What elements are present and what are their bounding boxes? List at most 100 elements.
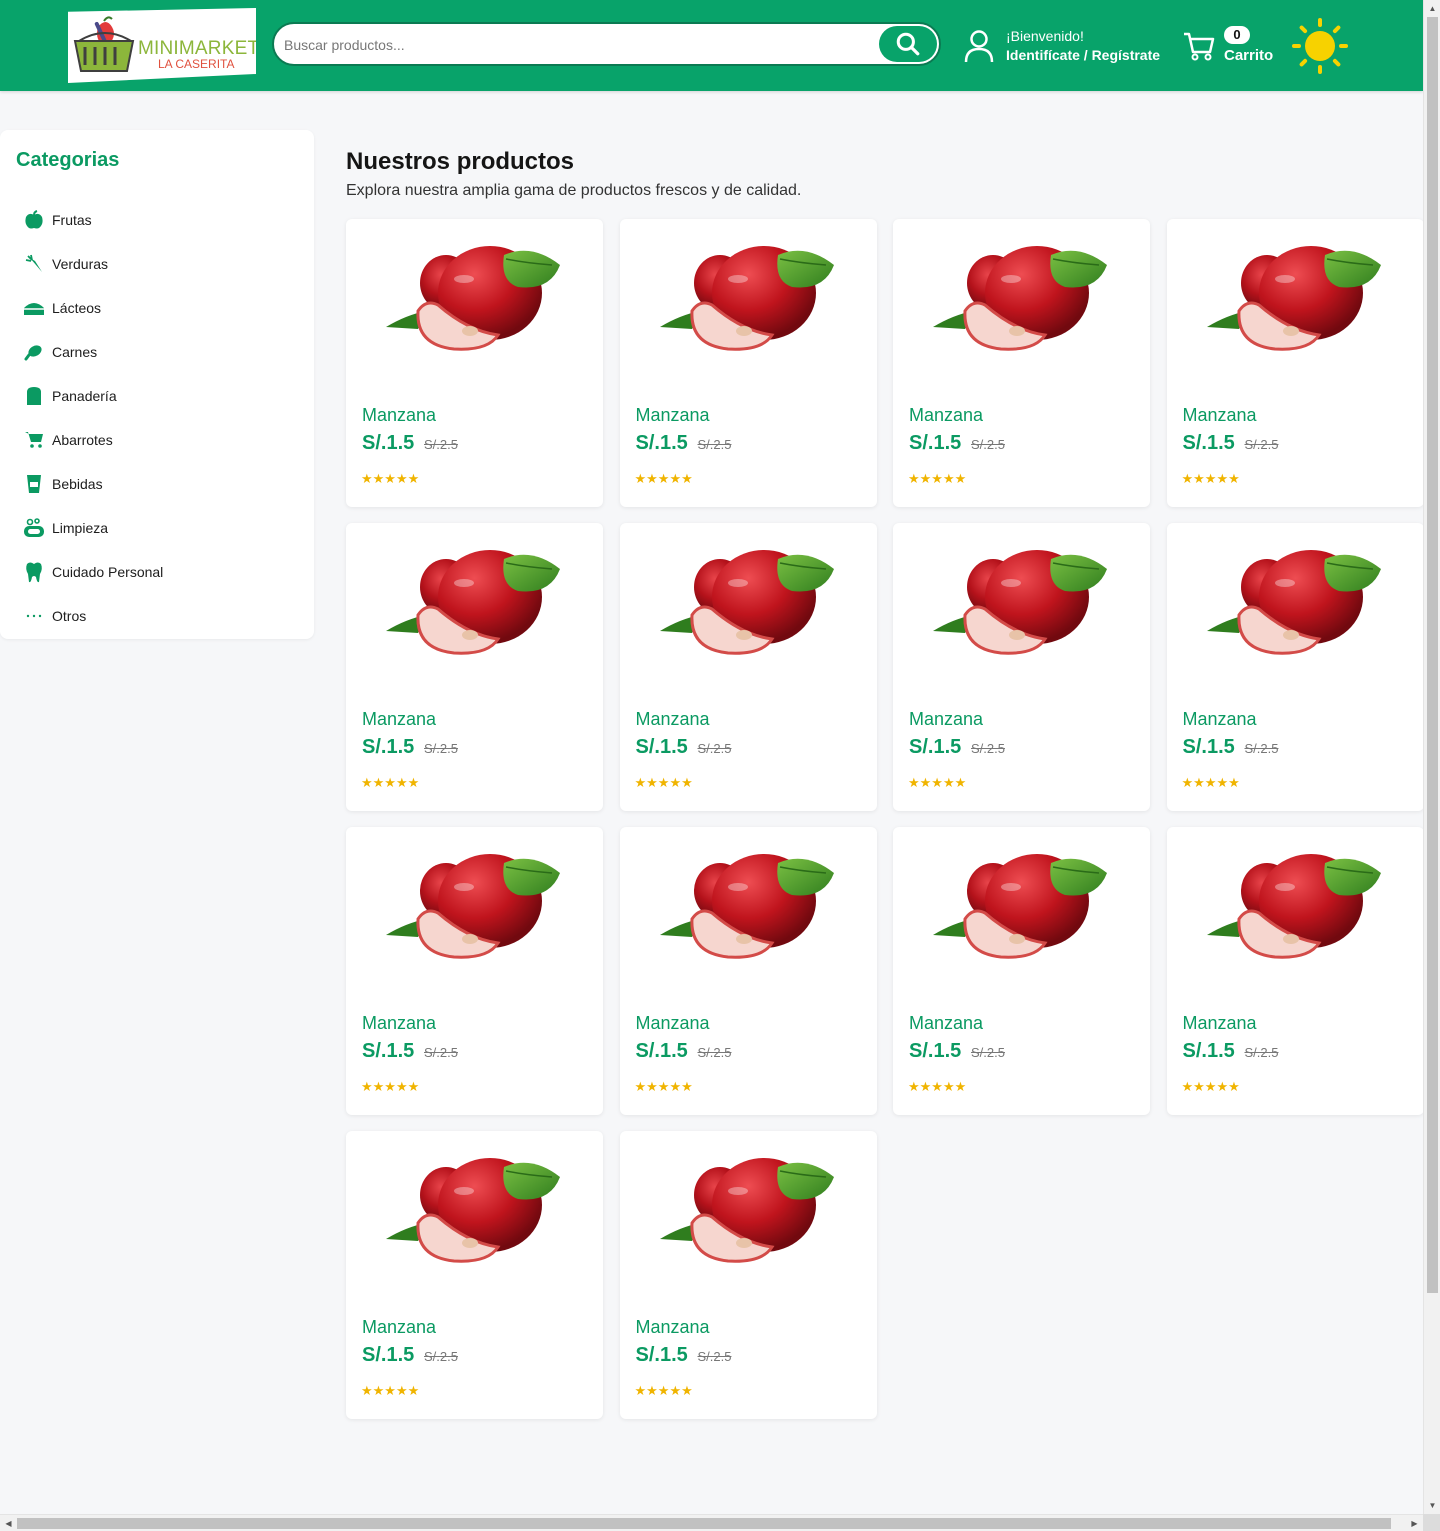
sidebar-item-abarrotes[interactable]: Abarrotes [22,418,163,462]
product-name[interactable]: Manzana [362,709,436,730]
product-card[interactable]: Manzana S/.1.5 S/.2.5 ★★★★★ [346,1131,603,1419]
product-image[interactable] [384,1153,564,1268]
product-card[interactable]: Manzana S/.1.5 S/.2.5 ★★★★★ [1166,523,1424,811]
product-image[interactable] [658,545,838,660]
scroll-down-arrow-icon[interactable]: ▼ [1424,1497,1440,1514]
product-image[interactable] [931,545,1111,660]
product-image[interactable] [658,849,838,964]
carrot-icon [22,252,46,276]
product-rating-stars: ★★★★★ [1181,775,1240,790]
product-old-price: S/.2.5 [971,1045,1005,1060]
product-card[interactable]: Manzana S/.1.5 S/.2.5 ★★★★★ [619,827,877,1115]
product-card[interactable]: Manzana S/.1.5 S/.2.5 ★★★★★ [893,523,1150,811]
product-name[interactable]: Manzana [362,405,436,426]
product-image[interactable] [658,241,838,356]
product-rating-stars: ★★★★★ [634,1079,693,1094]
product-old-price: S/.2.5 [424,1045,458,1060]
product-card[interactable]: Manzana S/.1.5 S/.2.5 ★★★★★ [893,827,1150,1115]
product-name[interactable]: Manzana [362,1013,436,1034]
product-name[interactable]: Manzana [636,1317,710,1338]
product-card[interactable]: Manzana S/.1.5 S/.2.5 ★★★★★ [1166,219,1424,507]
store-logo[interactable]: MINIMARKET LA CASERITA [68,8,256,83]
product-image[interactable] [384,849,564,964]
search-bar [272,22,941,66]
sidebar-item-otros[interactable]: Otros [22,594,163,638]
product-card[interactable]: Manzana S/.1.5 S/.2.5 ★★★★★ [1166,827,1424,1115]
product-card[interactable]: Manzana S/.1.5 S/.2.5 ★★★★★ [619,1131,877,1419]
sidebar-item-panaderia[interactable]: Panadería [22,374,163,418]
product-old-price: S/.2.5 [1244,741,1279,756]
product-old-price: S/.2.5 [971,741,1005,756]
cart-icon [1184,32,1215,61]
product-name[interactable]: Manzana [909,1013,983,1034]
basket-logo-icon [73,16,135,72]
scroll-left-arrow-icon[interactable]: ◀ [0,1515,17,1531]
search-input[interactable] [284,34,864,56]
product-image[interactable] [1205,241,1385,356]
product-name[interactable]: Manzana [909,709,983,730]
product-image[interactable] [384,545,564,660]
product-name[interactable]: Manzana [636,405,710,426]
product-name[interactable]: Manzana [636,709,710,730]
scroll-right-arrow-icon[interactable]: ▶ [1406,1515,1423,1531]
product-rating-stars: ★★★★★ [908,775,967,790]
sidebar-item-verduras[interactable]: Verduras [22,242,163,286]
sidebar-item-lacteos[interactable]: Lácteos [22,286,163,330]
search-button[interactable] [879,26,937,62]
sidebar-item-cuidado-personal[interactable]: Cuidado Personal [22,550,163,594]
vertical-scrollbar[interactable]: ▲ ▼ [1423,0,1440,1514]
product-name[interactable]: Manzana [362,1317,436,1338]
tooth-icon [22,560,46,584]
product-price: S/.1.5 [1182,432,1235,454]
product-price: S/.1.5 [1182,1040,1235,1062]
sidebar-item-label: Panadería [52,388,117,404]
account-login[interactable]: ¡Bienvenido! Identifícate / Regístrate [964,26,1160,66]
login-link[interactable]: Identifícate / Regístrate [1006,45,1160,65]
cart-button[interactable]: 0 Carrito [1183,26,1273,66]
product-card[interactable]: Manzana S/.1.5 S/.2.5 ★★★★★ [893,219,1150,507]
product-image[interactable] [384,241,564,356]
product-price: S/.1.5 [362,1344,415,1366]
product-price: S/.1.5 [1182,736,1235,758]
product-name[interactable]: Manzana [909,405,983,426]
cart-label: Carrito [1224,47,1274,64]
sidebar-item-bebidas[interactable]: Bebidas [22,462,163,506]
bread-icon [22,384,46,408]
product-card[interactable]: Manzana S/.1.5 S/.2.5 ★★★★★ [619,523,877,811]
sidebar-item-label: Frutas [52,212,92,228]
theme-toggle-button[interactable] [1292,18,1348,74]
sidebar-item-frutas[interactable]: Frutas [22,198,163,242]
product-rating-stars: ★★★★★ [361,1383,420,1398]
product-rating-stars: ★★★★★ [634,775,693,790]
vertical-scroll-thumb[interactable] [1427,17,1438,1293]
scroll-up-arrow-icon[interactable]: ▲ [1424,0,1440,17]
sidebar-item-limpieza[interactable]: Limpieza [22,506,163,550]
product-price: S/.1.5 [635,432,688,454]
product-card[interactable]: Manzana S/.1.5 S/.2.5 ★★★★★ [346,523,603,811]
product-name[interactable]: Manzana [1183,1013,1257,1034]
product-card[interactable]: Manzana S/.1.5 S/.2.5 ★★★★★ [346,219,603,507]
product-name[interactable]: Manzana [1183,709,1257,730]
meat-icon [22,340,46,364]
horizontal-scrollbar[interactable]: ◀ ▶ [0,1514,1423,1531]
product-image[interactable] [658,1153,838,1268]
horizontal-scroll-thumb[interactable] [17,1518,1391,1529]
product-price: S/.1.5 [362,736,415,758]
product-image[interactable] [1205,545,1385,660]
product-image[interactable] [931,849,1111,964]
product-rating-stars: ★★★★★ [361,1079,420,1094]
welcome-text: ¡Bienvenido! [1006,28,1084,44]
product-card[interactable]: Manzana S/.1.5 S/.2.5 ★★★★★ [346,827,603,1115]
product-name[interactable]: Manzana [636,1013,710,1034]
product-image[interactable] [931,241,1111,356]
product-old-price: S/.2.5 [697,741,732,756]
product-price: S/.1.5 [909,736,962,758]
search-icon [896,32,920,56]
product-card[interactable]: Manzana S/.1.5 S/.2.5 ★★★★★ [619,219,877,507]
product-rating-stars: ★★★★★ [361,471,420,486]
product-image[interactable] [1205,849,1385,964]
product-old-price: S/.2.5 [697,1349,732,1364]
product-name[interactable]: Manzana [1183,405,1257,426]
product-old-price: S/.2.5 [1244,437,1279,452]
sidebar-item-carnes[interactable]: Carnes [22,330,163,374]
